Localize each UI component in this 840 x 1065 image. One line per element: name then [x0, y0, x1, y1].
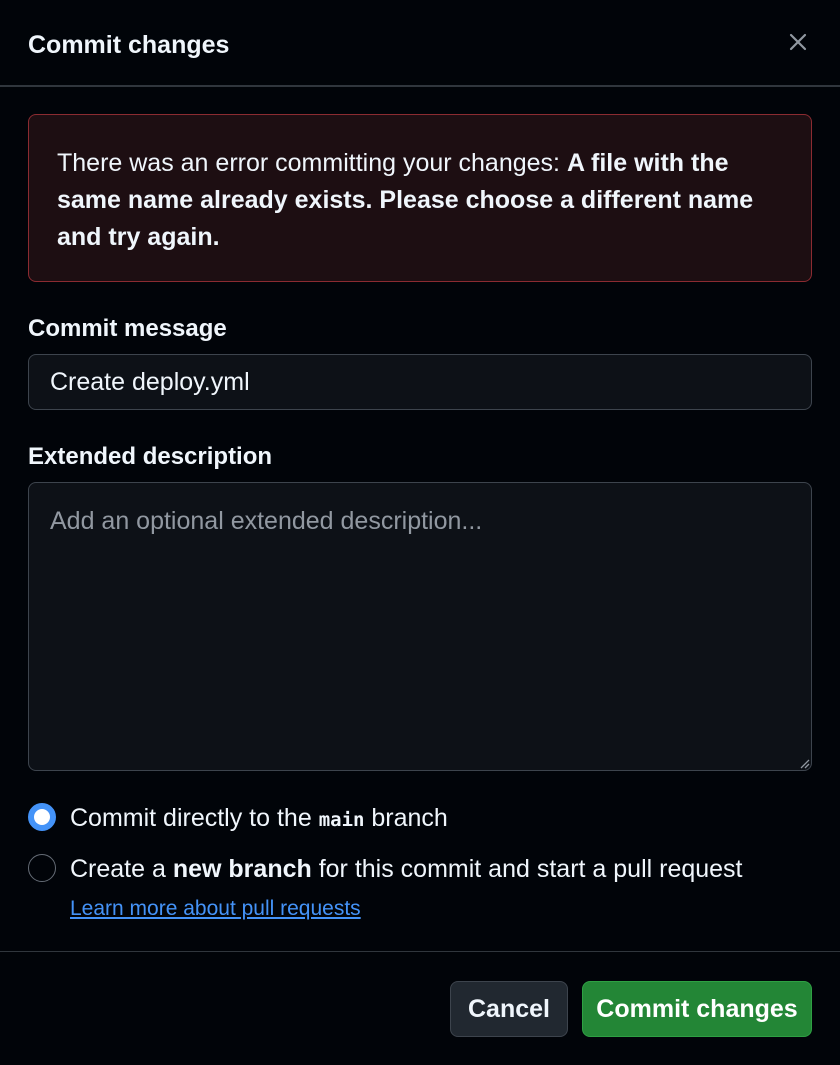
close-icon	[789, 33, 807, 51]
branch-name: main	[318, 809, 365, 831]
commit-direct-radio[interactable]	[28, 803, 56, 831]
dialog-header: Commit changes	[0, 0, 840, 87]
commit-changes-button[interactable]: Commit changes	[582, 981, 812, 1037]
new-branch-suffix: for this commit and start a pull request	[311, 855, 743, 883]
commit-direct-label: Commit directly to the main branch	[70, 799, 800, 839]
new-branch-option[interactable]: Create a new branch for this commit and …	[28, 850, 812, 928]
learn-more-link[interactable]: Learn more about pull requests	[70, 897, 361, 920]
footer-divider	[0, 951, 840, 952]
commit-direct-suffix: branch	[364, 804, 448, 832]
extended-description-textarea[interactable]	[28, 482, 812, 771]
commit-message-input[interactable]	[28, 354, 812, 410]
new-branch-text: Create a	[70, 855, 173, 883]
new-branch-label: Create a new branch for this commit and …	[70, 850, 800, 928]
commit-direct-text: Commit directly to the	[70, 804, 319, 832]
new-branch-radio[interactable]	[28, 854, 56, 882]
resize-handle-icon[interactable]	[798, 757, 810, 769]
commit-message-label: Commit message	[28, 315, 227, 342]
error-prefix: There was an error committing your chang…	[57, 149, 567, 177]
error-banner: There was an error committing your chang…	[28, 114, 812, 282]
cancel-button[interactable]: Cancel	[450, 981, 568, 1037]
dialog-title: Commit changes	[28, 31, 230, 59]
commit-direct-option[interactable]: Commit directly to the main branch	[28, 799, 812, 837]
commit-dialog: Commit changes There was an error commit…	[0, 0, 840, 1065]
new-branch-bold: new branch	[172, 855, 312, 883]
close-button[interactable]	[780, 24, 816, 60]
extended-description-label: Extended description	[28, 443, 273, 470]
